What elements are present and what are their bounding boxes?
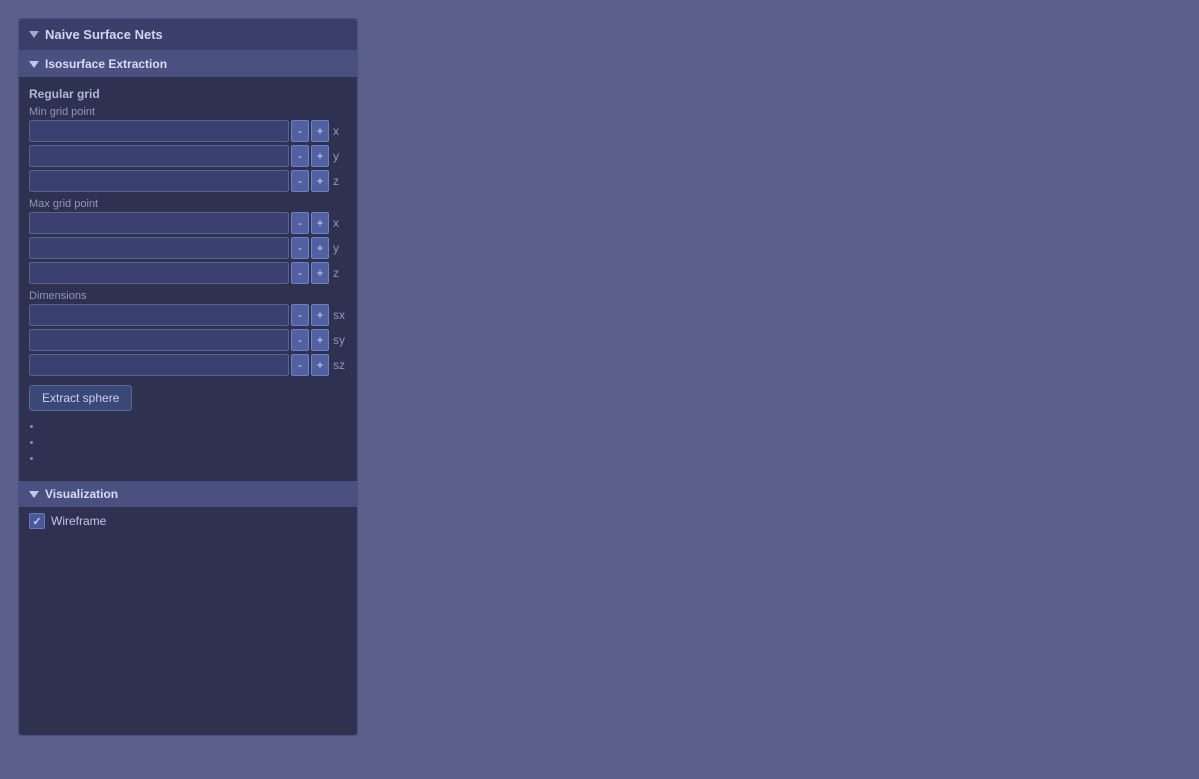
isosurface-collapse-icon	[29, 61, 39, 68]
dim-sz-axis-label: sz	[331, 358, 347, 372]
max-y-input[interactable]: 1.000	[29, 237, 289, 259]
dim-sx-minus-button[interactable]: -	[291, 304, 309, 326]
visualization-collapse-icon	[29, 491, 39, 498]
max-z-axis-label: z	[331, 266, 347, 280]
max-grid-label: Max grid point	[29, 195, 347, 212]
dim-sz-input[interactable]: 300	[29, 354, 289, 376]
panel-body: Isosurface Extraction Regular grid Min g…	[19, 51, 357, 735]
max-x-row: 1.000 - + x	[29, 212, 347, 234]
dim-sx-plus-button[interactable]: +	[311, 304, 329, 326]
dimensions-label: Dimensions	[29, 287, 347, 304]
min-z-plus-button[interactable]: +	[311, 170, 329, 192]
min-z-axis-label: z	[331, 174, 347, 188]
min-x-input[interactable]: -1.000	[29, 120, 289, 142]
min-x-row: -1.000 - + x	[29, 120, 347, 142]
main-panel: Naive Surface Nets Isosurface Extraction…	[18, 18, 358, 736]
result-item-2	[43, 435, 347, 451]
max-z-row: 1.000 - + z	[29, 262, 347, 284]
isosurface-section-content: Regular grid Min grid point -1.000 - + x…	[19, 77, 357, 477]
min-z-row: -1.000 - + z	[29, 170, 347, 192]
dim-sy-minus-button[interactable]: -	[291, 329, 309, 351]
panel-collapse-icon	[29, 31, 39, 38]
dim-sx-row: 300 - + sx	[29, 304, 347, 326]
min-x-axis-label: x	[331, 124, 347, 138]
max-y-minus-button[interactable]: -	[291, 237, 309, 259]
min-z-minus-button[interactable]: -	[291, 170, 309, 192]
min-grid-label: Min grid point	[29, 103, 347, 120]
max-y-row: 1.000 - + y	[29, 237, 347, 259]
visualization-section-header[interactable]: Visualization	[19, 481, 357, 507]
result-item-1	[43, 419, 347, 435]
extract-sphere-button[interactable]: Extract sphere	[29, 385, 132, 411]
max-z-plus-button[interactable]: +	[311, 262, 329, 284]
dim-sy-input[interactable]: 300	[29, 329, 289, 351]
max-x-axis-label: x	[331, 216, 347, 230]
dim-sx-input[interactable]: 300	[29, 304, 289, 326]
max-x-input[interactable]: 1.000	[29, 212, 289, 234]
min-y-axis-label: y	[331, 149, 347, 163]
dim-sz-plus-button[interactable]: +	[311, 354, 329, 376]
max-y-plus-button[interactable]: +	[311, 237, 329, 259]
min-z-input[interactable]: -1.000	[29, 170, 289, 192]
wireframe-checkbox[interactable]	[29, 513, 45, 529]
min-x-plus-button[interactable]: +	[311, 120, 329, 142]
max-z-minus-button[interactable]: -	[291, 262, 309, 284]
visualization-section-title: Visualization	[45, 487, 118, 501]
isosurface-section-header[interactable]: Isosurface Extraction	[19, 51, 357, 77]
max-y-axis-label: y	[331, 241, 347, 255]
min-y-row: -1.000 - + y	[29, 145, 347, 167]
min-y-input[interactable]: -1.000	[29, 145, 289, 167]
max-z-input[interactable]: 1.000	[29, 262, 289, 284]
min-y-plus-button[interactable]: +	[311, 145, 329, 167]
wireframe-label: Wireframe	[51, 514, 106, 528]
max-x-minus-button[interactable]: -	[291, 212, 309, 234]
panel-header: Naive Surface Nets	[19, 19, 357, 51]
result-item-3	[43, 451, 347, 467]
panel-title: Naive Surface Nets	[45, 27, 163, 42]
dim-sy-axis-label: sy	[331, 333, 347, 347]
dim-sz-minus-button[interactable]: -	[291, 354, 309, 376]
max-x-plus-button[interactable]: +	[311, 212, 329, 234]
result-list	[29, 415, 347, 471]
min-y-minus-button[interactable]: -	[291, 145, 309, 167]
dim-sx-axis-label: sx	[331, 308, 347, 322]
dim-sy-plus-button[interactable]: +	[311, 329, 329, 351]
dim-sy-row: 300 - + sy	[29, 329, 347, 351]
min-x-minus-button[interactable]: -	[291, 120, 309, 142]
regular-grid-header: Regular grid	[29, 83, 347, 103]
isosurface-section-title: Isosurface Extraction	[45, 57, 167, 71]
wireframe-row: Wireframe	[19, 507, 357, 535]
dim-sz-row: 300 - + sz	[29, 354, 347, 376]
